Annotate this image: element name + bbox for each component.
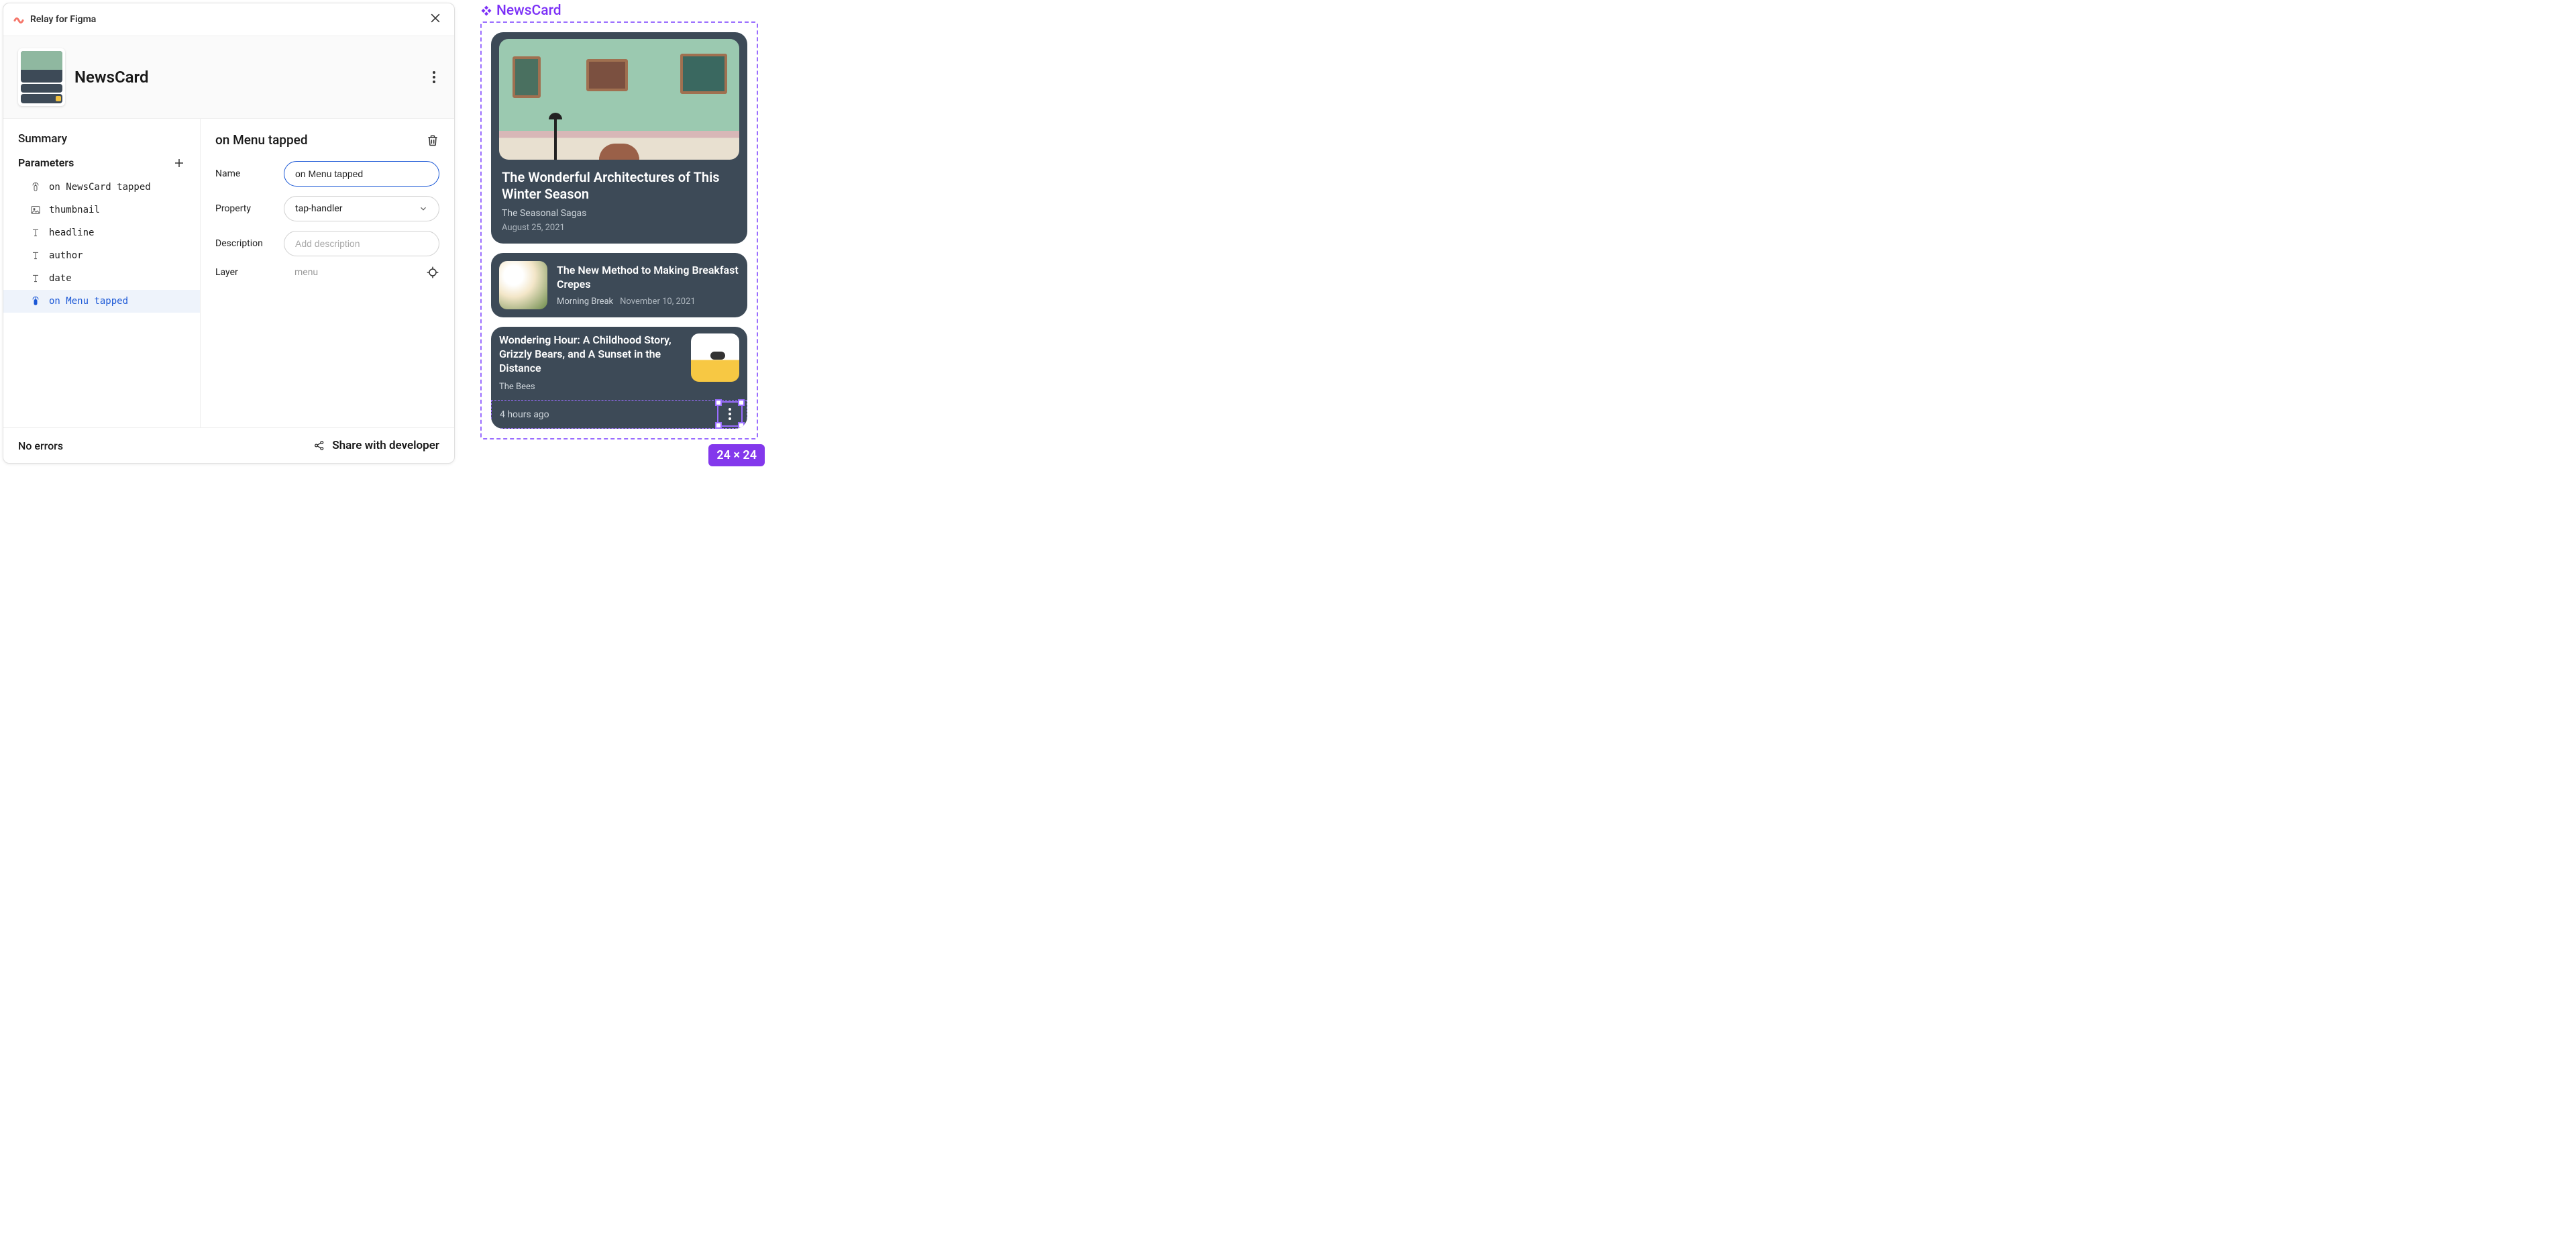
param-label: headline (49, 227, 94, 238)
param-label: on Menu tapped (49, 296, 128, 307)
component-icon (480, 5, 492, 17)
param-date[interactable]: date (3, 267, 200, 290)
name-input[interactable] (284, 161, 439, 187)
text-icon (30, 250, 41, 261)
text-icon (30, 273, 41, 284)
story-footer-selected[interactable]: 4 hours ago (491, 400, 747, 429)
description-label: Description (215, 238, 274, 249)
selection-size-badge: 24 × 24 (708, 444, 765, 466)
parameters-heading-row: Parameters (3, 156, 200, 176)
add-parameter-button[interactable] (173, 157, 185, 169)
param-headline[interactable]: headline (3, 221, 200, 244)
story-headline: Wondering Hour: A Childhood Story, Grizz… (499, 333, 682, 375)
detail-title: on Menu tapped (215, 132, 308, 148)
text-icon (30, 227, 41, 238)
audio-card[interactable]: The New Method to Making Breakfast Crepe… (491, 253, 747, 317)
audio-thumbnail (499, 261, 547, 309)
sidebar: Summary Parameters on NewsCard tapped th… (3, 119, 201, 427)
close-button[interactable] (426, 9, 445, 30)
param-thumbnail[interactable]: thumbnail (3, 199, 200, 221)
parameter-list: on NewsCard tapped thumbnail headline au… (3, 176, 200, 313)
hero-date: August 25, 2021 (502, 223, 737, 233)
component-name: NewsCard (74, 68, 148, 87)
share-label: Share with developer (332, 439, 439, 452)
component-frame-label[interactable]: NewsCard (480, 3, 758, 19)
detail-header: on Menu tapped (215, 132, 439, 148)
close-icon (429, 11, 442, 25)
property-value: tap-handler (295, 203, 342, 214)
param-on-newscard-tapped[interactable]: on NewsCard tapped (3, 176, 200, 199)
plugin-brand: Relay for Figma (13, 13, 96, 25)
tap-icon (30, 182, 41, 193)
audio-headline: The New Method to Making Breakfast Crepe… (557, 264, 739, 292)
component-header: NewsCard (3, 36, 454, 119)
more-vertical-icon (729, 408, 731, 420)
story-thumbnail (691, 333, 739, 382)
more-vertical-icon (433, 71, 435, 83)
param-author[interactable]: author (3, 244, 200, 267)
panel-footer: No errors Share with developer (3, 427, 454, 463)
component-menu-button[interactable] (429, 67, 439, 87)
newscard-frame[interactable]: The Wonderful Architectures of This Wint… (480, 21, 758, 439)
image-icon (30, 205, 41, 215)
layer-row: Layer menu (215, 266, 439, 279)
property-row: Property tap-handler (215, 196, 439, 221)
component-thumbnail (18, 48, 65, 106)
story-card[interactable]: Wondering Hour: A Childhood Story, Grizz… (491, 327, 747, 429)
tap-icon (30, 296, 41, 307)
share-icon (313, 439, 325, 452)
story-author: The Bees (499, 382, 682, 392)
hero-author: The Seasonal Sagas (502, 208, 737, 219)
hero-card[interactable]: The Wonderful Architectures of This Wint… (491, 32, 747, 244)
panel-body: Summary Parameters on NewsCard tapped th… (3, 119, 454, 427)
chevron-down-icon (419, 204, 428, 213)
param-label: thumbnail (49, 205, 100, 215)
hero-headline: The Wonderful Architectures of This Wint… (502, 169, 737, 203)
relay-logo-icon (13, 13, 25, 25)
hero-image (499, 39, 739, 160)
parameters-heading: Parameters (18, 156, 74, 169)
share-button[interactable]: Share with developer (313, 439, 439, 452)
param-label: author (49, 250, 83, 261)
target-layer-button[interactable] (426, 266, 439, 279)
relay-panel: Relay for Figma NewsCard Summary Paramet… (3, 3, 455, 464)
description-row: Description (215, 231, 439, 256)
property-label: Property (215, 203, 274, 214)
figma-canvas-preview: NewsCard The Wonderful Architectures of … (480, 3, 758, 464)
error-status: No errors (18, 439, 63, 452)
param-on-menu-tapped[interactable]: on Menu tapped (3, 290, 200, 313)
panel-header: Relay for Figma (3, 3, 454, 36)
name-label: Name (215, 168, 274, 179)
audio-date: November 10, 2021 (620, 297, 696, 307)
menu-button-selected[interactable] (720, 404, 740, 424)
layer-value: menu (284, 267, 417, 278)
plugin-name: Relay for Figma (30, 14, 96, 25)
param-label: on NewsCard tapped (49, 182, 151, 193)
component-frame-name: NewsCard (496, 3, 561, 19)
detail-pane: on Menu tapped Name Property tap-handler… (201, 119, 454, 427)
description-input[interactable] (284, 231, 439, 256)
param-label: date (49, 273, 72, 284)
audio-author: Morning Break (557, 297, 613, 307)
name-row: Name (215, 161, 439, 187)
story-date: 4 hours ago (500, 409, 549, 420)
delete-button[interactable] (426, 134, 439, 147)
property-select[interactable]: tap-handler (284, 196, 439, 221)
summary-heading: Summary (3, 132, 200, 156)
layer-label: Layer (215, 267, 274, 278)
